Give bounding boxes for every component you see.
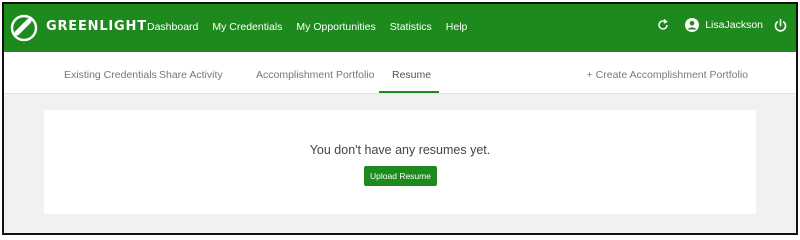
refresh-icon[interactable] [655,17,671,33]
nav-my-credentials[interactable]: My Credentials [212,21,282,33]
user-tools: LisaJackson [655,17,788,33]
resume-empty-card: You don't have any resumes yet. Upload R… [44,110,756,214]
nav-my-opportunities[interactable]: My Opportunities [296,21,375,33]
empty-state-message: You don't have any resumes yet. [309,143,491,157]
nav-help[interactable]: Help [446,21,468,33]
tab-share-activity[interactable]: Share Activity [159,69,223,81]
tab-existing-credentials[interactable]: Existing Credentials [64,69,157,81]
user-circle-icon[interactable] [685,18,700,32]
main-nav: Dashboard My Credentials My Opportunitie… [147,21,481,33]
power-icon[interactable] [773,18,788,33]
username[interactable]: LisaJackson [705,19,763,31]
brand-name[interactable]: GREENLIGHT [46,19,147,34]
tab-accomplishment-portfolio[interactable]: Accomplishment Portfolio [256,69,374,81]
sub-navbar: Existing Credentials Share Activity Acco… [4,52,796,94]
top-navbar: GREENLIGHT Dashboard My Credentials My O… [4,4,796,52]
greenlight-logo-icon[interactable] [10,14,38,42]
upload-resume-button[interactable]: Upload Resume [364,166,437,186]
create-accomplishment-portfolio-link[interactable]: + Create Accomplishment Portfolio [587,69,748,81]
nav-dashboard[interactable]: Dashboard [147,21,198,33]
nav-statistics[interactable]: Statistics [390,21,432,33]
tab-resume[interactable]: Resume [392,69,431,81]
app-frame: GREENLIGHT Dashboard My Credentials My O… [2,2,798,235]
active-tab-indicator [379,91,439,93]
